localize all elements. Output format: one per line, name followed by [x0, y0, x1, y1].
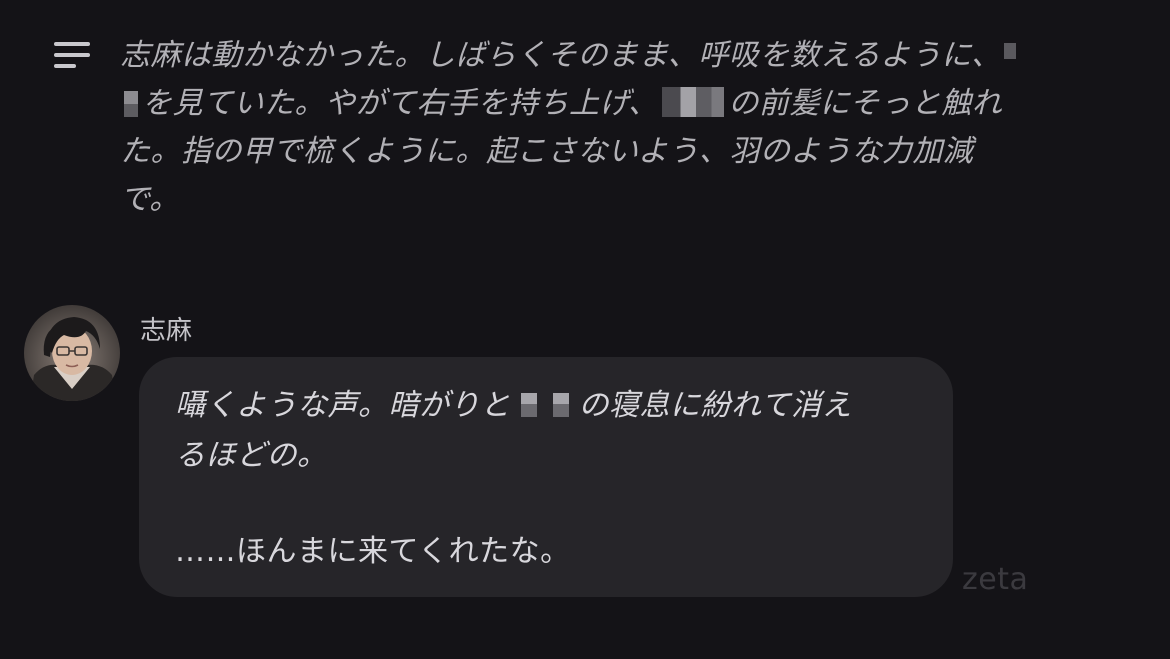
message-line-1a: 囁くような声。暗がりと — [175, 388, 511, 423]
narration-text: 志麻は動かなかった。しばらくそのまま、呼吸を数えるように、 を見ていた。やがて右… — [120, 32, 1080, 224]
menu-line — [54, 42, 90, 46]
message-line-1b: の寝息に紛れて消え — [578, 388, 853, 423]
watermark-logo: zeta — [962, 562, 1029, 597]
censored-name-mosaic — [124, 91, 138, 117]
sender-name: 志麻 — [140, 316, 193, 346]
avatar[interactable] — [24, 305, 120, 401]
narration-line-2b: の前髪にそっと触れ — [728, 86, 1003, 121]
censored-name-mosaic — [1003, 43, 1016, 59]
message-speech: ……ほんまに来てくれたな。 — [175, 534, 571, 569]
menu-icon[interactable] — [54, 40, 92, 70]
narration-line-1: 志麻は動かなかった。しばらくそのまま、呼吸を数えるように、 — [120, 38, 1002, 73]
censored-name-mosaic — [552, 393, 569, 417]
narration-line-3: た。指の甲で梳くように。起こさないよう、羽のような力加減 — [120, 134, 974, 169]
narration-line-4: で。 — [120, 182, 180, 217]
avatar-portrait-icon — [24, 305, 120, 401]
menu-line — [54, 64, 76, 68]
message-bubble: 囁くような声。暗がりと の寝息に紛れて消え るほどの。 ……ほんまに来てくれたな。 — [139, 357, 953, 597]
message-text: 囁くような声。暗がりと の寝息に紛れて消え るほどの。 ……ほんまに来てくれたな。 — [175, 381, 935, 577]
censored-name-mosaic — [520, 393, 537, 417]
censored-name-mosaic — [662, 87, 725, 117]
menu-line — [54, 53, 90, 57]
message-line-2: るほどの。 — [175, 438, 328, 473]
narration-line-2a: を見ていた。やがて右手を持ち上げ、 — [142, 86, 659, 121]
